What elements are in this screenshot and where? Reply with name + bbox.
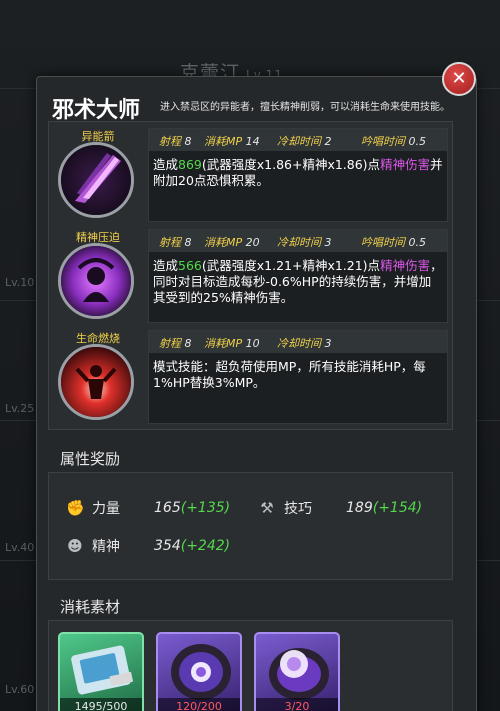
materials-title: 消耗素材	[60, 598, 121, 616]
close-icon: ✕	[451, 68, 467, 89]
skill-item[interactable]: 生命燃烧 射程 8 消耗MP 10 冷却时间 3 模式技能：超负荷使用MP，所有…	[48, 326, 453, 426]
material-item[interactable]: 3/20	[254, 632, 340, 711]
skill-stats: 射程 8 消耗MP 20 冷却时间 3 吟唱时间 0.5	[149, 230, 447, 252]
material-item[interactable]: 120/200	[156, 632, 242, 711]
material-count: 120/200	[158, 698, 240, 711]
skill-description: 造成869(武器强度x1.86+精神x1.86)点精神伤害并附加20点恐惧积累。	[153, 157, 443, 188]
skill-item[interactable]: 精神压迫 射程 8 消耗MP 20 冷却时间 3 吟唱时间 0.5 造成566(…	[48, 225, 453, 325]
purple-core-icon	[171, 644, 231, 700]
attribute-spirit: ☻ 精神 354 (+242)	[67, 537, 231, 555]
skill-description: 模式技能：超负荷使用MP，所有技能消耗HP，每1%HP替换3%MP。	[153, 359, 426, 390]
level-label: Lv.25	[5, 402, 35, 415]
level-label: Lv.40	[5, 541, 35, 554]
skill-info: 射程 8 消耗MP 20 冷却时间 3 吟唱时间 0.5 造成566(武器强度x…	[148, 229, 448, 323]
skill-description: 造成566(武器强度x1.21+精神x1.21)点精神伤害，同时对目标造成每秒-…	[153, 258, 443, 305]
card-chip-icon	[71, 645, 134, 695]
material-item[interactable]: 1495/500	[58, 632, 144, 711]
material-count: 1495/500	[60, 698, 142, 711]
attributes-section	[48, 472, 453, 580]
level-label: Lv.10	[5, 276, 35, 289]
head-icon: ☻	[67, 537, 83, 555]
skill-info: 射程 8 消耗MP 10 冷却时间 3 模式技能：超负荷使用MP，所有技能消耗H…	[148, 330, 448, 424]
skill-item[interactable]: 异能箭 射程 8 消耗MP 14 冷却时间 2 吟唱时间 0.5 造成869(武…	[48, 124, 453, 224]
tools-icon: ⚒	[260, 499, 274, 517]
level-label: Lv.60	[5, 683, 35, 696]
class-title: 邪术大师	[52, 97, 141, 123]
skill-stats: 射程 8 消耗MP 10 冷却时间 3	[149, 331, 447, 353]
skill-stats: 射程 8 消耗MP 14 冷却时间 2 吟唱时间 0.5	[149, 129, 447, 151]
skill-info: 射程 8 消耗MP 14 冷却时间 2 吟唱时间 0.5 造成869(武器强度x…	[148, 128, 448, 222]
close-button[interactable]: ✕	[442, 62, 476, 96]
life-burn-icon	[58, 344, 134, 420]
purple-arrow-icon	[58, 142, 134, 218]
attribute-strength: ✊ 力量 165 (+135)	[66, 499, 231, 517]
material-count: 3/20	[256, 698, 338, 711]
mind-press-icon	[58, 243, 134, 319]
class-description: 进入禁忌区的异能者，擅长精神削弱，可以消耗生命来使用技能。	[160, 102, 450, 113]
glow-core-icon	[269, 648, 329, 700]
fist-icon: ✊	[66, 499, 85, 517]
attribute-skill: ⚒ 技巧 189 (+154)	[258, 498, 422, 518]
attributes-title: 属性奖励	[60, 450, 121, 468]
